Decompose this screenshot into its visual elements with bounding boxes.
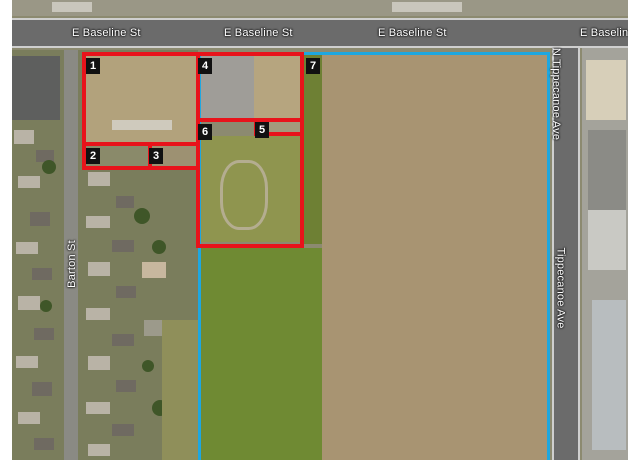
house (34, 438, 54, 450)
house (18, 296, 40, 310)
parcel-3-tag[interactable]: 3 (149, 148, 163, 164)
house (16, 242, 38, 254)
house (18, 412, 40, 424)
parcel-6-tag[interactable]: 6 (198, 124, 212, 140)
truck-lot (588, 210, 626, 270)
house (112, 240, 134, 252)
house (116, 196, 134, 208)
baseline-street-label-east: E Baseline St (378, 27, 447, 39)
house (18, 176, 40, 188)
house (116, 286, 136, 298)
aerial-map[interactable]: 1 2 3 4 5 6 7 E Baseline St E Baseline S… (12, 0, 628, 460)
parcel-5-tag[interactable]: 5 (255, 122, 269, 138)
baseline-street-label-far-east: E Baseline St (580, 27, 628, 39)
avenue-edge (578, 48, 580, 460)
green-field-edge (162, 320, 198, 460)
north-strip (12, 0, 628, 16)
parcel-7-tag[interactable]: 7 (306, 58, 320, 74)
street-edge (12, 46, 628, 48)
baseline-street-label-center: E Baseline St (224, 27, 293, 39)
house (88, 356, 110, 370)
house (16, 356, 38, 368)
house (116, 380, 136, 392)
parcel-1-tag[interactable]: 1 (86, 58, 100, 74)
house (88, 262, 110, 276)
north-buildings (52, 2, 92, 12)
house (32, 268, 52, 280)
house (30, 212, 50, 226)
house (86, 216, 110, 228)
house (86, 402, 110, 414)
tippecanoe-label-south: Tippecanoe Ave (554, 247, 567, 329)
tree (142, 360, 154, 372)
house (34, 328, 54, 340)
house (88, 444, 110, 456)
street-edge (12, 18, 628, 20)
parcel-4-outline[interactable] (196, 52, 304, 122)
house (142, 262, 166, 278)
tree (152, 240, 166, 254)
tree (42, 160, 56, 174)
north-buildings (392, 2, 462, 12)
parcel-6-outline[interactable] (196, 118, 304, 248)
industrial-lot (586, 60, 626, 120)
truck-lot (588, 130, 626, 210)
house (86, 308, 110, 320)
baseline-street-label-west: E Baseline St (72, 27, 141, 39)
house (14, 130, 34, 144)
house (112, 424, 134, 436)
parcel-4-tag[interactable]: 4 (198, 58, 212, 74)
tree (134, 208, 150, 224)
industrial-building (592, 300, 626, 450)
house (112, 334, 134, 346)
house (88, 172, 110, 186)
barton-street-label: Barton St (65, 240, 78, 288)
tree (40, 300, 52, 312)
parcel-2-tag[interactable]: 2 (86, 148, 100, 164)
tippecanoe-label-north: N Tippecanoe Ave (550, 47, 563, 141)
house (32, 382, 52, 396)
parking-lot (12, 56, 60, 120)
